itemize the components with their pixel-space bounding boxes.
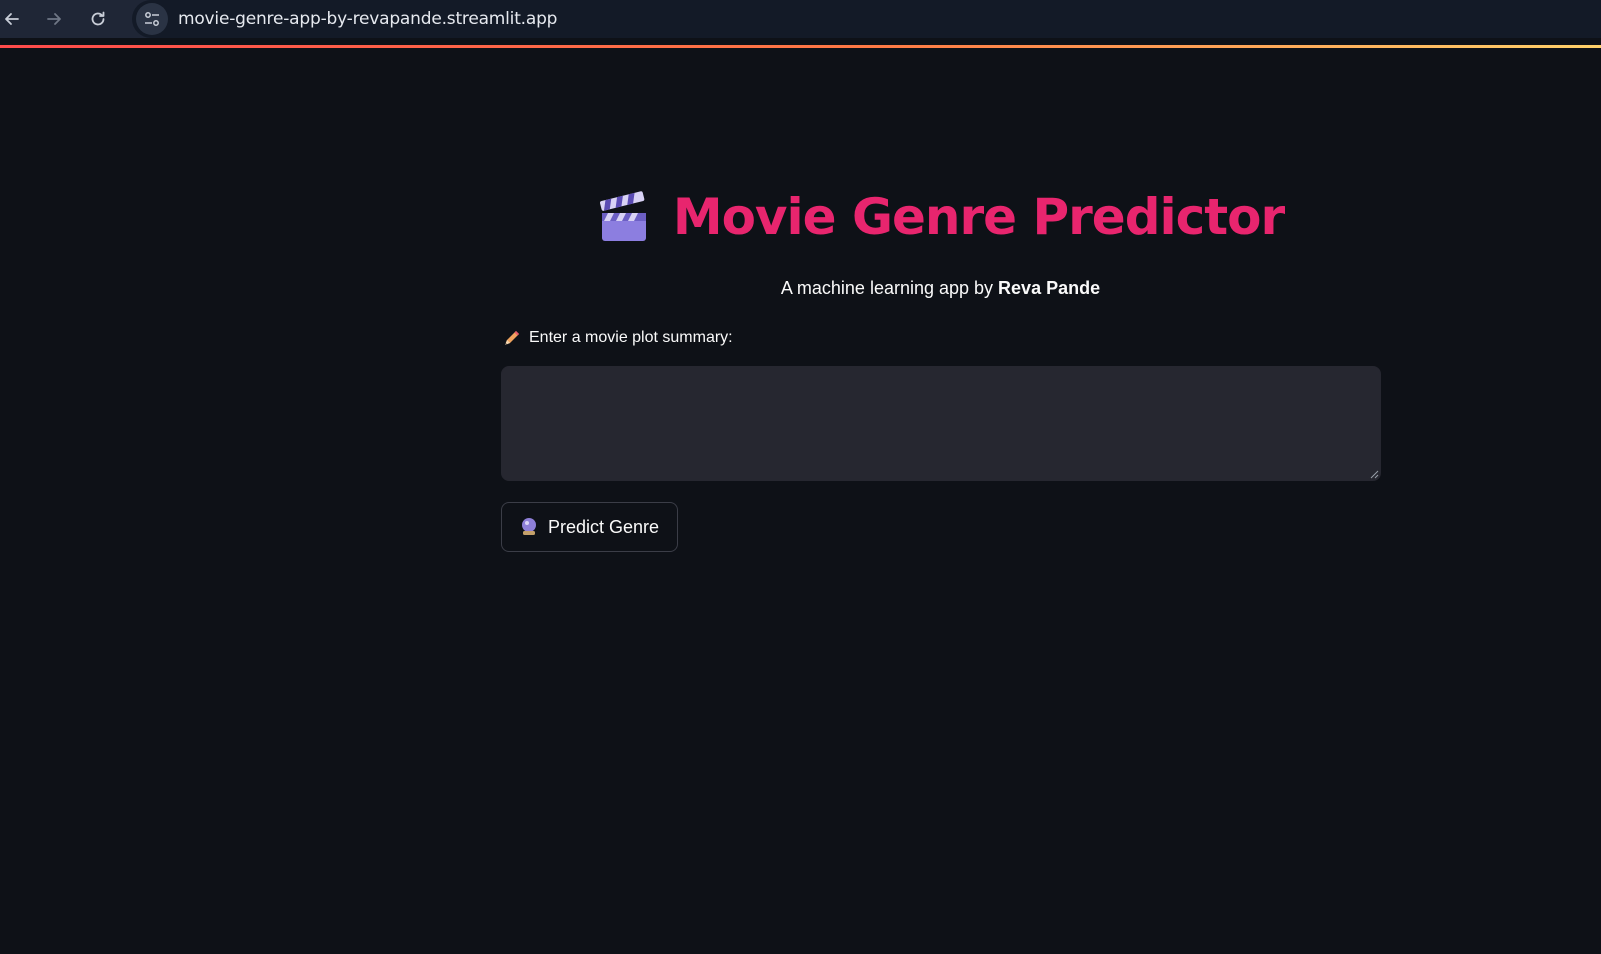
forward-button[interactable] <box>42 7 66 31</box>
back-arrow-icon <box>5 13 19 25</box>
pencil-icon <box>505 331 519 345</box>
plot-summary-textarea[interactable] <box>501 366 1381 481</box>
page-title-row: Movie Genre Predictor <box>0 188 1601 248</box>
predict-genre-button[interactable]: Predict Genre <box>501 502 678 552</box>
reload-button[interactable] <box>86 7 110 31</box>
address-bar[interactable]: movie-genre-app-by-revapande.streamlit.a… <box>132 0 1601 38</box>
plot-summary-label-text: Enter a movie plot summary: <box>529 329 733 346</box>
tune-icon <box>145 12 159 26</box>
site-info-button[interactable] <box>136 3 168 35</box>
forward-arrow-icon <box>47 13 61 25</box>
predict-genre-button-label: Predict Genre <box>547 516 660 537</box>
toolbar-gap <box>0 38 1601 45</box>
reload-icon <box>91 11 105 26</box>
author-name: Reva Pande <box>998 278 1101 298</box>
resize-grip-icon[interactable] <box>1369 469 1379 479</box>
page-subtitle: A machine learning app by Reva Pande <box>340 278 1541 299</box>
app-header-decoration <box>0 45 1601 48</box>
clapper-board-icon <box>599 191 646 241</box>
browser-toolbar: movie-genre-app-by-revapande.streamlit.a… <box>0 0 1601 38</box>
back-button[interactable] <box>0 7 24 31</box>
url-text[interactable]: movie-genre-app-by-revapande.streamlit.a… <box>178 9 557 29</box>
crystal-ball-icon <box>520 517 538 537</box>
page-title: Movie Genre Predictor <box>672 188 1285 246</box>
plot-summary-label: Enter a movie plot summary: <box>503 329 733 347</box>
subtitle-prefix: A machine learning app by <box>780 278 999 298</box>
